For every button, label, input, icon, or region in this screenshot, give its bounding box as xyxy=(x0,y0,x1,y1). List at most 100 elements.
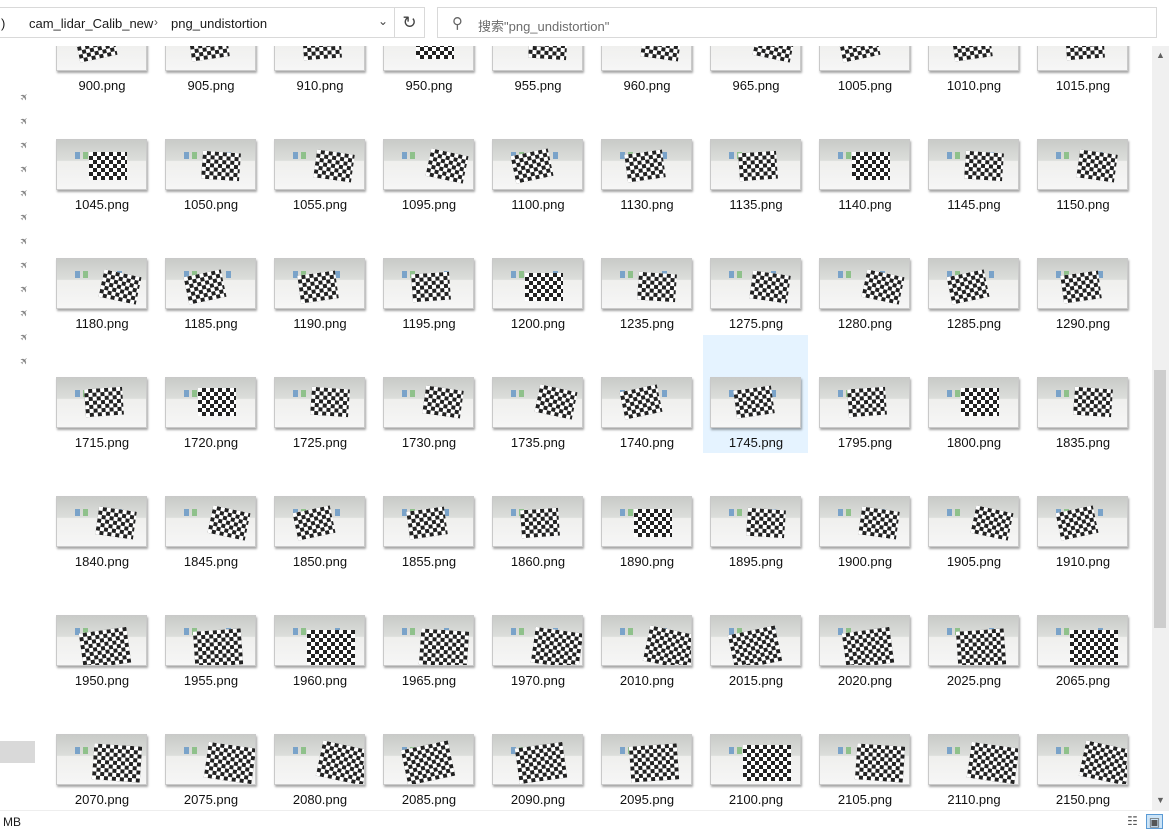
file-item[interactable]: 1970.png xyxy=(489,615,594,733)
file-item[interactable]: 1840.png xyxy=(53,496,158,614)
file-item[interactable]: 1145.png xyxy=(925,139,1030,257)
pin-icon[interactable]: ✈ xyxy=(18,163,32,177)
file-item[interactable]: 2090.png xyxy=(489,734,594,810)
address-bar[interactable]: ) cam_lidar_Calib_new › png_undistortion… xyxy=(0,7,395,38)
file-item[interactable]: 1100.png xyxy=(489,139,594,257)
file-item[interactable]: 1200.png xyxy=(489,258,594,376)
file-item[interactable]: 1855.png xyxy=(380,496,485,614)
scroll-up-icon[interactable]: ▲ xyxy=(1156,50,1165,60)
file-item[interactable]: 1010.png xyxy=(925,46,1030,138)
file-item[interactable]: 1960.png xyxy=(271,615,376,733)
file-item[interactable]: 2095.png xyxy=(598,734,703,810)
file-item[interactable]: 2020.png xyxy=(816,615,921,733)
refresh-button[interactable]: ↻ xyxy=(394,7,425,38)
file-item[interactable]: 1895.png xyxy=(707,496,812,614)
file-item[interactable]: 1135.png xyxy=(707,139,812,257)
file-item[interactable]: 1715.png xyxy=(53,377,158,495)
checkerboard-shape xyxy=(425,148,469,184)
pin-icon[interactable]: ✈ xyxy=(18,355,32,369)
file-item[interactable]: 1015.png xyxy=(1034,46,1139,138)
file-item[interactable]: 2080.png xyxy=(271,734,376,810)
file-item[interactable]: 900.png xyxy=(53,46,158,138)
pin-icon[interactable]: ✈ xyxy=(18,283,32,297)
file-item[interactable]: 1045.png xyxy=(53,139,158,257)
file-item[interactable]: 960.png xyxy=(598,46,703,138)
file-item[interactable]: 905.png xyxy=(162,46,267,138)
file-item[interactable]: 1910.png xyxy=(1034,496,1139,614)
file-item[interactable]: 1745.png xyxy=(703,335,808,453)
poster-shape xyxy=(955,747,960,754)
file-item[interactable]: 2070.png xyxy=(53,734,158,810)
file-item[interactable]: 1800.png xyxy=(925,377,1030,495)
breadcrumb-png-undistortion[interactable]: png_undistortion xyxy=(171,16,267,31)
chevron-down-icon[interactable]: ⌄ xyxy=(378,14,388,28)
file-item[interactable]: 1890.png xyxy=(598,496,703,614)
file-item[interactable]: 1900.png xyxy=(816,496,921,614)
pin-icon[interactable]: ✈ xyxy=(18,331,32,345)
pin-icon[interactable]: ✈ xyxy=(18,211,32,225)
file-item[interactable]: 955.png xyxy=(489,46,594,138)
file-item[interactable]: 1290.png xyxy=(1034,258,1139,376)
breadcrumb-separator-icon[interactable]: › xyxy=(154,15,158,29)
file-item[interactable]: 2065.png xyxy=(1034,615,1139,733)
pin-icon[interactable]: ✈ xyxy=(18,91,32,105)
pin-icon[interactable]: ✈ xyxy=(18,307,32,321)
file-item[interactable]: 1190.png xyxy=(271,258,376,376)
pin-icon[interactable]: ✈ xyxy=(18,187,32,201)
file-item[interactable]: 1185.png xyxy=(162,258,267,376)
file-item[interactable]: 1050.png xyxy=(162,139,267,257)
large-icons-view-icon[interactable]: ▣ xyxy=(1146,814,1163,829)
file-item[interactable]: 1005.png xyxy=(816,46,921,138)
file-item[interactable]: 1195.png xyxy=(380,258,485,376)
file-item[interactable]: 1140.png xyxy=(816,139,921,257)
search-input[interactable]: ⚲ 搜索"png_undistortion" xyxy=(437,7,1157,38)
details-view-icon[interactable]: ☷ xyxy=(1124,814,1141,829)
pin-icon[interactable]: ✈ xyxy=(18,235,32,249)
file-item[interactable]: 1950.png xyxy=(53,615,158,733)
file-item[interactable]: 2105.png xyxy=(816,734,921,810)
nav-selected-item[interactable] xyxy=(0,741,35,763)
file-item[interactable]: 1720.png xyxy=(162,377,267,495)
file-item[interactable]: 2025.png xyxy=(925,615,1030,733)
file-item[interactable]: 2075.png xyxy=(162,734,267,810)
file-item[interactable]: 2015.png xyxy=(707,615,812,733)
file-item[interactable]: 1150.png xyxy=(1034,139,1139,257)
file-item[interactable]: 1055.png xyxy=(271,139,376,257)
file-item[interactable]: 965.png xyxy=(707,46,812,138)
breadcrumb-cam-lidar-calib-new[interactable]: cam_lidar_Calib_new xyxy=(29,16,153,31)
file-item[interactable]: 1095.png xyxy=(380,139,485,257)
file-item[interactable]: 1735.png xyxy=(489,377,594,495)
file-item[interactable]: 1180.png xyxy=(53,258,158,376)
file-item[interactable]: 1955.png xyxy=(162,615,267,733)
file-item[interactable]: 1835.png xyxy=(1034,377,1139,495)
file-item[interactable]: 1795.png xyxy=(816,377,921,495)
file-item[interactable]: 2110.png xyxy=(925,734,1030,810)
file-item[interactable]: 1130.png xyxy=(598,139,703,257)
file-item[interactable]: 1280.png xyxy=(816,258,921,376)
file-item[interactable]: 1850.png xyxy=(271,496,376,614)
file-item[interactable]: 1845.png xyxy=(162,496,267,614)
file-item[interactable]: 950.png xyxy=(380,46,485,138)
file-item[interactable]: 1905.png xyxy=(925,496,1030,614)
scroll-down-icon[interactable]: ▼ xyxy=(1156,795,1165,805)
vertical-scrollbar[interactable]: ▲ ▼ xyxy=(1152,46,1169,810)
file-item[interactable]: 1860.png xyxy=(489,496,594,614)
pin-icon[interactable]: ✈ xyxy=(18,115,32,129)
poster-shape xyxy=(1064,628,1069,635)
pin-icon[interactable]: ✈ xyxy=(18,139,32,153)
file-item[interactable]: 1285.png xyxy=(925,258,1030,376)
breadcrumb-overflow[interactable]: ) xyxy=(1,16,5,31)
file-item[interactable]: 2085.png xyxy=(380,734,485,810)
file-item[interactable]: 1965.png xyxy=(380,615,485,733)
file-item[interactable]: 1235.png xyxy=(598,258,703,376)
poster-shape xyxy=(947,152,952,159)
scrollbar-thumb[interactable] xyxy=(1154,370,1166,628)
file-item[interactable]: 2100.png xyxy=(707,734,812,810)
file-item[interactable]: 910.png xyxy=(271,46,376,138)
file-item[interactable]: 1740.png xyxy=(598,377,703,495)
file-item[interactable]: 2010.png xyxy=(598,615,703,733)
file-item[interactable]: 2150.png xyxy=(1034,734,1139,810)
pin-icon[interactable]: ✈ xyxy=(18,259,32,273)
file-item[interactable]: 1725.png xyxy=(271,377,376,495)
file-item[interactable]: 1730.png xyxy=(380,377,485,495)
